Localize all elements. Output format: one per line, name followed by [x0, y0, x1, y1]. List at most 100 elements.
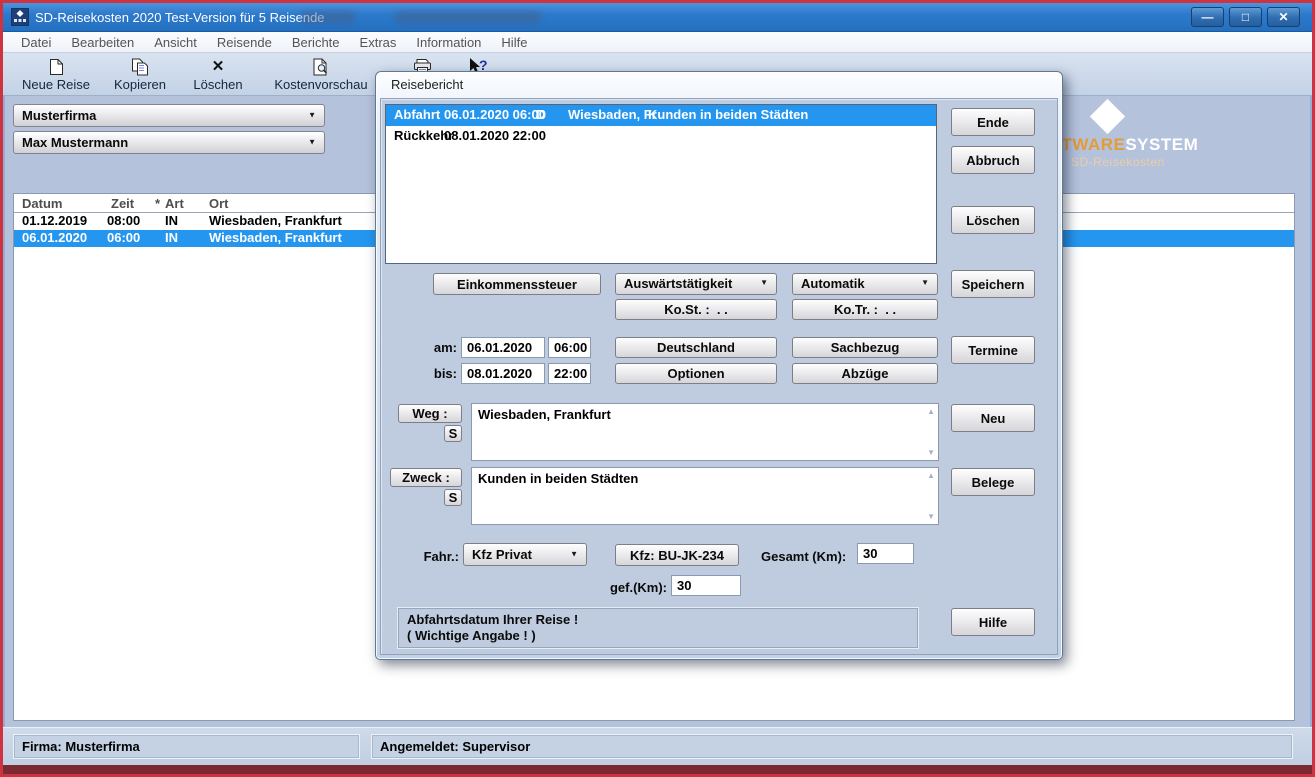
traveler-select[interactable]: Max Mustermann ▼ [13, 131, 325, 154]
title-bar: SD-Reisekosten 2020 Test-Version für 5 R… [3, 3, 1312, 32]
entry-land: D [536, 107, 546, 122]
bis-label: bis: [433, 366, 457, 381]
dialog-title[interactable]: Reisebericht [376, 72, 1062, 97]
col-art[interactable]: Art [165, 196, 184, 211]
toolbar-kopieren[interactable]: Kopieren [107, 56, 173, 92]
gesamt-km-label: Gesamt (Km): [761, 549, 847, 564]
cell-art: IN [165, 213, 178, 228]
menu-bearbeiten[interactable]: Bearbeiten [61, 33, 144, 52]
neu-button[interactable]: Neu [951, 404, 1035, 432]
weg-textarea[interactable]: Wiesbaden, Frankfurt ▲ ▼ [471, 403, 939, 461]
hilfe-button[interactable]: Hilfe [951, 608, 1035, 636]
deutschland-button[interactable]: Deutschland [615, 337, 777, 358]
am-date-field[interactable]: 06.01.2020 [461, 337, 545, 358]
col-star[interactable]: * [155, 196, 160, 211]
list-item-selected[interactable]: Abfahrt 06.01.2020 06:00 D Wiesbaden, Fr… [386, 105, 936, 126]
einkommenssteuer-button[interactable]: Einkommenssteuer [433, 273, 601, 295]
chevron-down-icon: ▼ [308, 109, 316, 119]
menu-hilfe[interactable]: Hilfe [491, 33, 537, 52]
maximize-button[interactable]: □ [1229, 7, 1262, 27]
kfz-button[interactable]: Kfz: BU-JK-234 [615, 544, 739, 566]
menu-extras[interactable]: Extras [350, 33, 407, 52]
menu-reisende[interactable]: Reisende [207, 33, 282, 52]
abbruch-button[interactable]: Abbruch [951, 146, 1035, 174]
bottom-frame [3, 765, 1312, 774]
col-zeit[interactable]: Zeit [111, 196, 134, 211]
preview-magnifier-icon [312, 56, 330, 77]
kostenstelle-button[interactable]: Ko.St. : . . [615, 299, 777, 320]
weg-button[interactable]: Weg : [398, 404, 462, 423]
application-window: SD-Reisekosten 2020 Test-Version für 5 R… [0, 0, 1315, 777]
brand-logo-white: SYSTEM [1125, 135, 1199, 154]
redacted-smudge [301, 11, 355, 24]
chevron-down-icon: ▼ [760, 278, 768, 287]
speichern-button[interactable]: Speichern [951, 270, 1035, 298]
entry-datetime: 06.01.2020 06:00 [444, 107, 546, 122]
minimize-button[interactable]: — [1191, 7, 1224, 27]
cell-zeit: 08:00 [107, 213, 141, 228]
traveler-select-value: Max Mustermann [22, 135, 129, 150]
status-bar: Firma: Musterfirma Angemeldet: Superviso… [3, 727, 1312, 765]
app-icon [11, 8, 29, 26]
taetigkeit-select[interactable]: Auswärtstätigkeit ▼ [615, 273, 777, 295]
abzuege-button[interactable]: Abzüge [792, 363, 938, 384]
redacted-smudge [395, 11, 541, 24]
zweck-button[interactable]: Zweck : [390, 468, 462, 487]
bis-time-field[interactable]: 22:00 [548, 363, 591, 384]
gef-km-label: gef.(Km): [609, 580, 667, 595]
termine-button[interactable]: Termine [951, 336, 1035, 364]
scroll-up-icon[interactable]: ▲ [927, 471, 935, 480]
toolbar-neue-reise[interactable]: Neue Reise [15, 56, 97, 92]
automatik-select[interactable]: Automatik ▼ [792, 273, 938, 295]
company-select-value: Musterfirma [22, 108, 97, 123]
scroll-up-icon[interactable]: ▲ [927, 407, 935, 416]
toolbar-label: Kostenvorschau [274, 77, 368, 92]
col-datum[interactable]: Datum [22, 196, 62, 211]
sachbezug-button[interactable]: Sachbezug [792, 337, 938, 358]
menu-information[interactable]: Information [406, 33, 491, 52]
entry-zweck: Kunden in beiden Städten [648, 107, 809, 122]
weg-s-button[interactable]: S [444, 425, 462, 442]
status-firma: Firma: Musterfirma [13, 734, 360, 759]
gesamt-km-field[interactable]: 30 [857, 543, 914, 564]
fahrzeug-select[interactable]: Kfz Privat ▼ [463, 543, 587, 566]
hint-box: Abfahrtsdatum Ihrer Reise ! ( Wichtige A… [398, 608, 918, 648]
ende-button[interactable]: Ende [951, 108, 1035, 136]
menu-berichte[interactable]: Berichte [282, 33, 350, 52]
toolbar-label: Kopieren [113, 77, 167, 92]
company-select[interactable]: Musterfirma ▼ [13, 104, 325, 127]
am-label: am: [433, 340, 457, 355]
cell-datum: 01.12.2019 [22, 213, 88, 228]
entry-typ: Abfahrt [394, 107, 441, 122]
delete-x-icon: ✕ [211, 58, 225, 75]
loeschen-button[interactable]: Löschen [951, 206, 1035, 234]
chevron-down-icon: ▼ [570, 548, 578, 558]
hint-line1: Abfahrtsdatum Ihrer Reise ! [407, 612, 579, 627]
entry-ort: Wiesbaden, Fr [568, 107, 657, 122]
toolbar-kostenvorschau[interactable]: Kostenvorschau [269, 56, 373, 92]
logo-diamond-icon [1089, 98, 1126, 135]
optionen-button[interactable]: Optionen [615, 363, 777, 384]
cell-datum: 06.01.2020 [22, 230, 88, 245]
toolbar-loeschen[interactable]: ✕ Löschen [189, 56, 247, 92]
zweck-textarea[interactable]: Kunden in beiden Städten ▲ ▼ [471, 467, 939, 525]
cell-art: IN [165, 230, 178, 245]
menu-ansicht[interactable]: Ansicht [144, 33, 207, 52]
dialog-client: Abfahrt 06.01.2020 06:00 D Wiesbaden, Fr… [380, 98, 1058, 655]
entry-datetime: 08.01.2020 22:00 [444, 128, 546, 143]
menu-datei[interactable]: Datei [11, 33, 61, 52]
bis-date-field[interactable]: 08.01.2020 [461, 363, 545, 384]
col-ort[interactable]: Ort [209, 196, 229, 211]
am-time-field[interactable]: 06:00 [548, 337, 591, 358]
list-item[interactable]: Rückkehr 08.01.2020 22:00 [386, 126, 936, 147]
kostentraeger-button[interactable]: Ko.Tr. : . . [792, 299, 938, 320]
belege-button[interactable]: Belege [951, 468, 1035, 496]
chevron-down-icon: ▼ [921, 278, 929, 287]
zweck-s-button[interactable]: S [444, 489, 462, 506]
weg-text: Wiesbaden, Frankfurt [478, 407, 611, 422]
gef-km-field[interactable]: 30 [671, 575, 741, 596]
close-button[interactable]: ✕ [1267, 7, 1300, 27]
window-title: SD-Reisekosten 2020 Test-Version für 5 R… [35, 10, 325, 25]
scroll-down-icon[interactable]: ▼ [927, 512, 935, 521]
scroll-down-icon[interactable]: ▼ [927, 448, 935, 457]
